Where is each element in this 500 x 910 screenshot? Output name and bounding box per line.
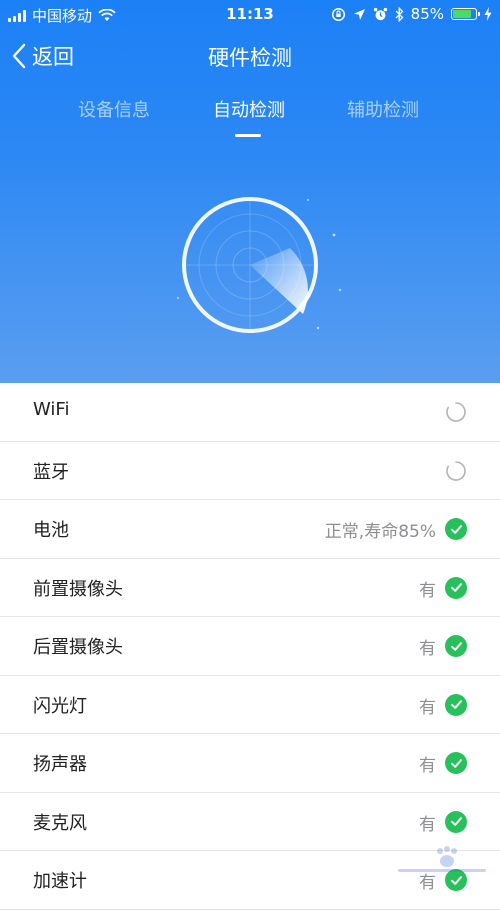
- item-label: 加速计: [33, 871, 87, 892]
- list-item-wifi[interactable]: WiFi: [0, 383, 500, 442]
- active-tab-indicator: [235, 134, 261, 137]
- item-label: 扬声器: [33, 754, 87, 775]
- battery-percent: 85%: [410, 5, 444, 23]
- radar-dot: [332, 233, 336, 237]
- radar-dot: [306, 198, 310, 202]
- item-status: 有: [419, 814, 436, 835]
- item-status: 有: [419, 756, 436, 776]
- item-label: WiFi: [33, 399, 70, 420]
- header-area: 中国移动 11:13 85% 返回 硬件检测 设备信息 自动检测 辅助检测: [0, 0, 500, 383]
- detection-list: WiFi 蓝牙 电池 正常,寿命85% 前置摄像头 有 后置摄像头 有 闪光灯: [0, 383, 500, 910]
- check-icon: [445, 576, 467, 599]
- item-status: 正常,寿命85%: [324, 522, 436, 542]
- item-label: 蓝牙: [33, 461, 69, 483]
- list-item-battery[interactable]: 电池 正常,寿命85%: [0, 500, 500, 559]
- radar-dot: [338, 288, 342, 292]
- list-item-front-camera[interactable]: 前置摄像头 有: [0, 559, 500, 617]
- tab-assist-detect[interactable]: 辅助检测: [303, 96, 463, 122]
- lock-rotation-icon: [331, 7, 345, 21]
- item-label: 后置摄像头: [33, 637, 123, 658]
- location-icon: [353, 8, 365, 20]
- list-item-speaker[interactable]: 扬声器 有: [0, 734, 500, 793]
- check-icon: [445, 518, 467, 540]
- list-item-rear-camera[interactable]: 后置摄像头 有: [0, 617, 500, 676]
- item-status: 有: [419, 697, 436, 718]
- nav-bar: 返回 硬件检测: [0, 28, 500, 84]
- battery-level-fill: [453, 10, 472, 18]
- radar-dot: [176, 296, 180, 300]
- charging-icon: [484, 7, 492, 21]
- radar-sweep: [250, 248, 308, 314]
- item-label: 闪光灯: [33, 695, 87, 717]
- radar-scanner: [176, 197, 342, 333]
- check-icon: [445, 635, 467, 657]
- loading-spinner-icon: [446, 460, 466, 481]
- loading-spinner-icon: [446, 402, 466, 422]
- list-item-bluetooth[interactable]: 蓝牙: [0, 442, 500, 500]
- watermark-logo: [398, 846, 486, 872]
- item-label: 前置摄像头: [33, 578, 123, 600]
- page-title: 硬件检测: [208, 46, 292, 70]
- status-bar: 中国移动 11:13 85%: [0, 0, 500, 28]
- battery-icon: [451, 8, 480, 20]
- item-status: 有: [419, 639, 436, 659]
- status-bar-right: 85%: [331, 5, 492, 23]
- radar-dot: [316, 326, 320, 330]
- bluetooth-icon: [395, 6, 404, 22]
- check-icon: [445, 752, 467, 774]
- check-icon: [445, 810, 467, 833]
- list-item-flashlight[interactable]: 闪光灯 有: [0, 676, 500, 734]
- item-label: 电池: [33, 520, 69, 541]
- tab-bar: 设备信息 自动检测 辅助检测: [0, 96, 500, 144]
- check-icon: [445, 693, 467, 716]
- item-label: 麦克风: [33, 812, 87, 834]
- item-status: 有: [419, 580, 436, 601]
- alarm-icon: [373, 7, 387, 20]
